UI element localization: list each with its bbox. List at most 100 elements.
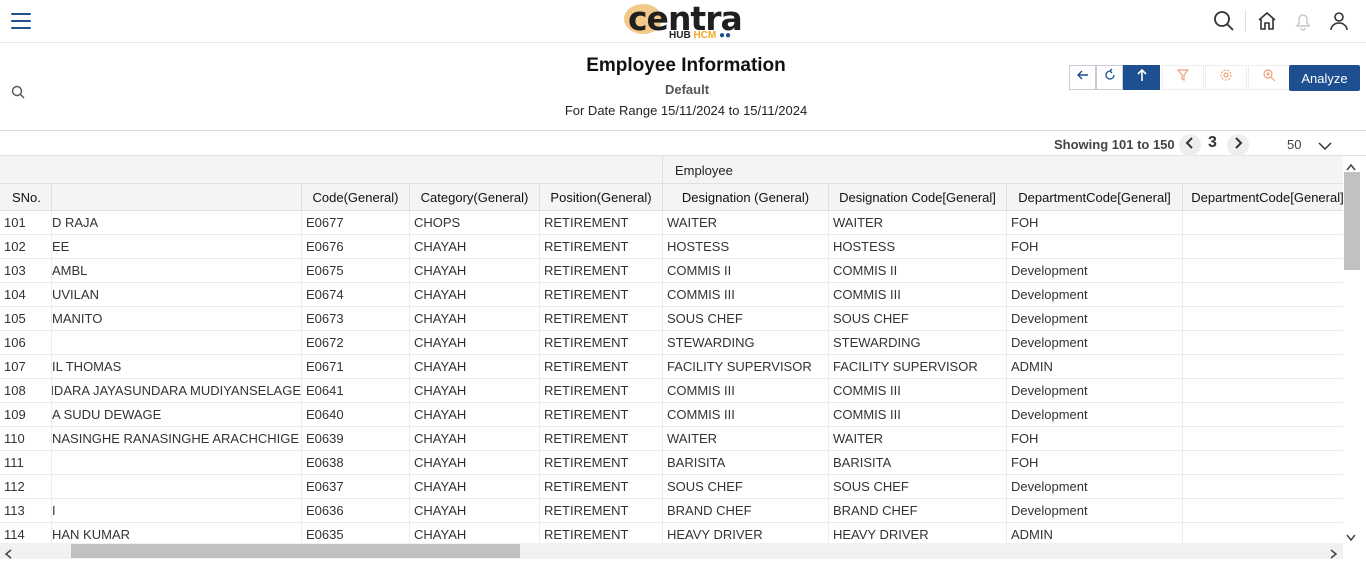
cell-col-category: CHAYAH (410, 331, 540, 355)
cell-col-sno: 105 (0, 307, 52, 331)
search-icon[interactable] (1213, 10, 1235, 32)
cell-col-department-code-2 (1183, 211, 1343, 235)
cell-col-position: RETIREMENT (540, 499, 663, 523)
cell-col-designation-code: COMMIS III (829, 283, 1007, 307)
header-col-category[interactable]: Category(General) (410, 184, 540, 211)
cell-col-designation-code: COMMIS III (829, 379, 1007, 403)
cell-col-department-code: Development (1007, 259, 1183, 283)
horizontal-scroll-thumb[interactable] (71, 544, 520, 558)
cell-col-sno: 104 (0, 283, 52, 307)
cell-col-name: UVILAN (52, 283, 302, 307)
settings-button[interactable] (1205, 65, 1247, 90)
cell-col-category: CHAYAH (410, 307, 540, 331)
cell-col-department-code-2 (1183, 379, 1343, 403)
menu-icon[interactable] (11, 13, 31, 29)
cell-col-position: RETIREMENT (540, 259, 663, 283)
next-page-button[interactable] (1227, 134, 1249, 156)
header-col-department-code-2[interactable]: DepartmentCode[General] (1183, 184, 1343, 211)
cell-col-department-code-2 (1183, 451, 1343, 475)
cell-col-sno: 111 (0, 451, 52, 475)
table-row[interactable]: 112 E0637 CHAYAH RETIREMENT SOUS CHEF SOUS CH… (0, 475, 1343, 499)
export-button[interactable] (1123, 65, 1160, 90)
prev-page-button[interactable] (1179, 134, 1201, 156)
header-col-department-code[interactable]: DepartmentCode[General] (1007, 184, 1183, 211)
cell-col-department-code: FOH (1007, 235, 1183, 259)
table-row[interactable]: 114 HAN KUMAR E0635 CHAYAH RETIREMENT HEAVY D… (0, 523, 1343, 543)
header-col-designation[interactable]: Designation (General) (663, 184, 829, 211)
chevron-left-icon (1185, 136, 1195, 154)
chevron-right-icon (1233, 136, 1243, 154)
cell-col-designation-code: COMMIS III (829, 403, 1007, 427)
showing-range: Showing 101 to 150 (1054, 137, 1175, 152)
scroll-left-icon[interactable] (4, 546, 14, 559)
cell-col-name (52, 475, 302, 499)
cell-col-department-code-2 (1183, 283, 1343, 307)
header-col-position[interactable]: Position(General) (540, 184, 663, 211)
refresh-icon (1103, 68, 1117, 87)
horizontal-scrollbar[interactable] (0, 543, 1343, 559)
top-bar: centra HUB HCM ●● (0, 0, 1366, 43)
cell-col-sno: 106 (0, 331, 52, 355)
cell-col-category: CHAYAH (410, 451, 540, 475)
refresh-button[interactable] (1096, 65, 1123, 90)
table-row[interactable]: 109 A SUDU DEWAGE E0640 CHAYAH RETIREMENT COM… (0, 403, 1343, 427)
cell-col-designation-code: HEAVY DRIVER (829, 523, 1007, 543)
cell-col-code: E0675 (302, 259, 410, 283)
cell-col-position: RETIREMENT (540, 523, 663, 543)
cell-col-designation: COMMIS II (663, 259, 829, 283)
table-row[interactable]: 107 IL THOMAS E0671 CHAYAH RETIREMENT FACILIT… (0, 355, 1343, 379)
user-icon[interactable] (1328, 10, 1350, 32)
table-row[interactable]: 103 AMBL E0675 CHAYAH RETIREMENT COMMIS II COM… (0, 259, 1343, 283)
vertical-scroll-thumb[interactable] (1344, 172, 1360, 270)
zoom-button[interactable] (1248, 65, 1290, 90)
table-row[interactable]: 111 E0638 CHAYAH RETIREMENT BARISITA BARISITA… (0, 451, 1343, 475)
cell-col-code: E0672 (302, 331, 410, 355)
table-row[interactable]: 113 I E0636 CHAYAH RETIREMENT BRAND CHEF BRAND… (0, 499, 1343, 523)
cell-col-designation-code: COMMIS II (829, 259, 1007, 283)
cell-col-name: ANDARA JAYASUNDARA MUDIYANSELAGE (52, 379, 302, 403)
cell-col-designation: COMMIS III (663, 379, 829, 403)
cell-col-department-code: Development (1007, 379, 1183, 403)
cell-col-category: CHAYAH (410, 379, 540, 403)
cell-col-sno: 102 (0, 235, 52, 259)
header-col-designation-code[interactable]: Designation Code[General] (829, 184, 1007, 211)
cell-col-designation-code: BARISITA (829, 451, 1007, 475)
table-row[interactable]: 108 ANDARA JAYASUNDARA MUDIYANSELAGE E0641… (0, 379, 1343, 403)
bell-icon[interactable] (1292, 10, 1314, 32)
vertical-scrollbar[interactable] (1343, 156, 1366, 543)
cell-col-code: E0671 (302, 355, 410, 379)
analyze-button[interactable]: Analyze (1289, 65, 1360, 91)
page-size-value[interactable]: 50 (1287, 137, 1301, 152)
cell-col-department-code: Development (1007, 475, 1183, 499)
table-row[interactable]: 101 D RAJA E0677 CHOPS RETIREMENT WAITER WAITE… (0, 211, 1343, 235)
header-col-code[interactable]: Code(General) (302, 184, 410, 211)
cell-col-designation-code: WAITER (829, 427, 1007, 451)
cell-col-department-code-2 (1183, 331, 1343, 355)
cell-col-position: RETIREMENT (540, 451, 663, 475)
table-row[interactable]: 104 UVILAN E0674 CHAYAH RETIREMENT COMMIS III… (0, 283, 1343, 307)
header-col-sno[interactable]: SNo. (0, 184, 52, 211)
cell-col-department-code-2 (1183, 307, 1343, 331)
filter-button[interactable] (1162, 65, 1204, 90)
report-header: Employee Information Default For Date Ra… (0, 43, 1366, 131)
cell-col-sno: 103 (0, 259, 52, 283)
column-header-row: SNo. Code(General) Category(General) Positi… (0, 184, 1343, 211)
cell-col-category: CHAYAH (410, 427, 540, 451)
home-icon[interactable] (1256, 10, 1278, 32)
pagination-bar: Showing 101 to 150 3 50 (0, 131, 1366, 156)
table-row[interactable]: 105 MANITO E0673 CHAYAH RETIREMENT SOUS CHEF S… (0, 307, 1343, 331)
chevron-down-icon[interactable] (1318, 138, 1332, 151)
cell-col-department-code-2 (1183, 499, 1343, 523)
table-row[interactable]: 102 EE E0676 CHAYAH RETIREMENT HOSTESS HOSTESS… (0, 235, 1343, 259)
table-row[interactable]: 106 E0672 CHAYAH RETIREMENT STEWARDING STEWAR… (0, 331, 1343, 355)
scroll-up-icon[interactable] (1346, 158, 1356, 171)
cell-col-designation-code: WAITER (829, 211, 1007, 235)
table-row[interactable]: 110 NASINGHE RANASINGHE ARACHCHIGE E0639 CH… (0, 427, 1343, 451)
cell-col-code: E0674 (302, 283, 410, 307)
scroll-right-icon[interactable] (1330, 546, 1340, 559)
header-col-name[interactable] (52, 184, 302, 211)
up-arrow-icon (1135, 68, 1149, 87)
back-button[interactable] (1069, 65, 1096, 90)
scroll-down-icon[interactable] (1346, 529, 1356, 542)
cell-col-name (52, 451, 302, 475)
